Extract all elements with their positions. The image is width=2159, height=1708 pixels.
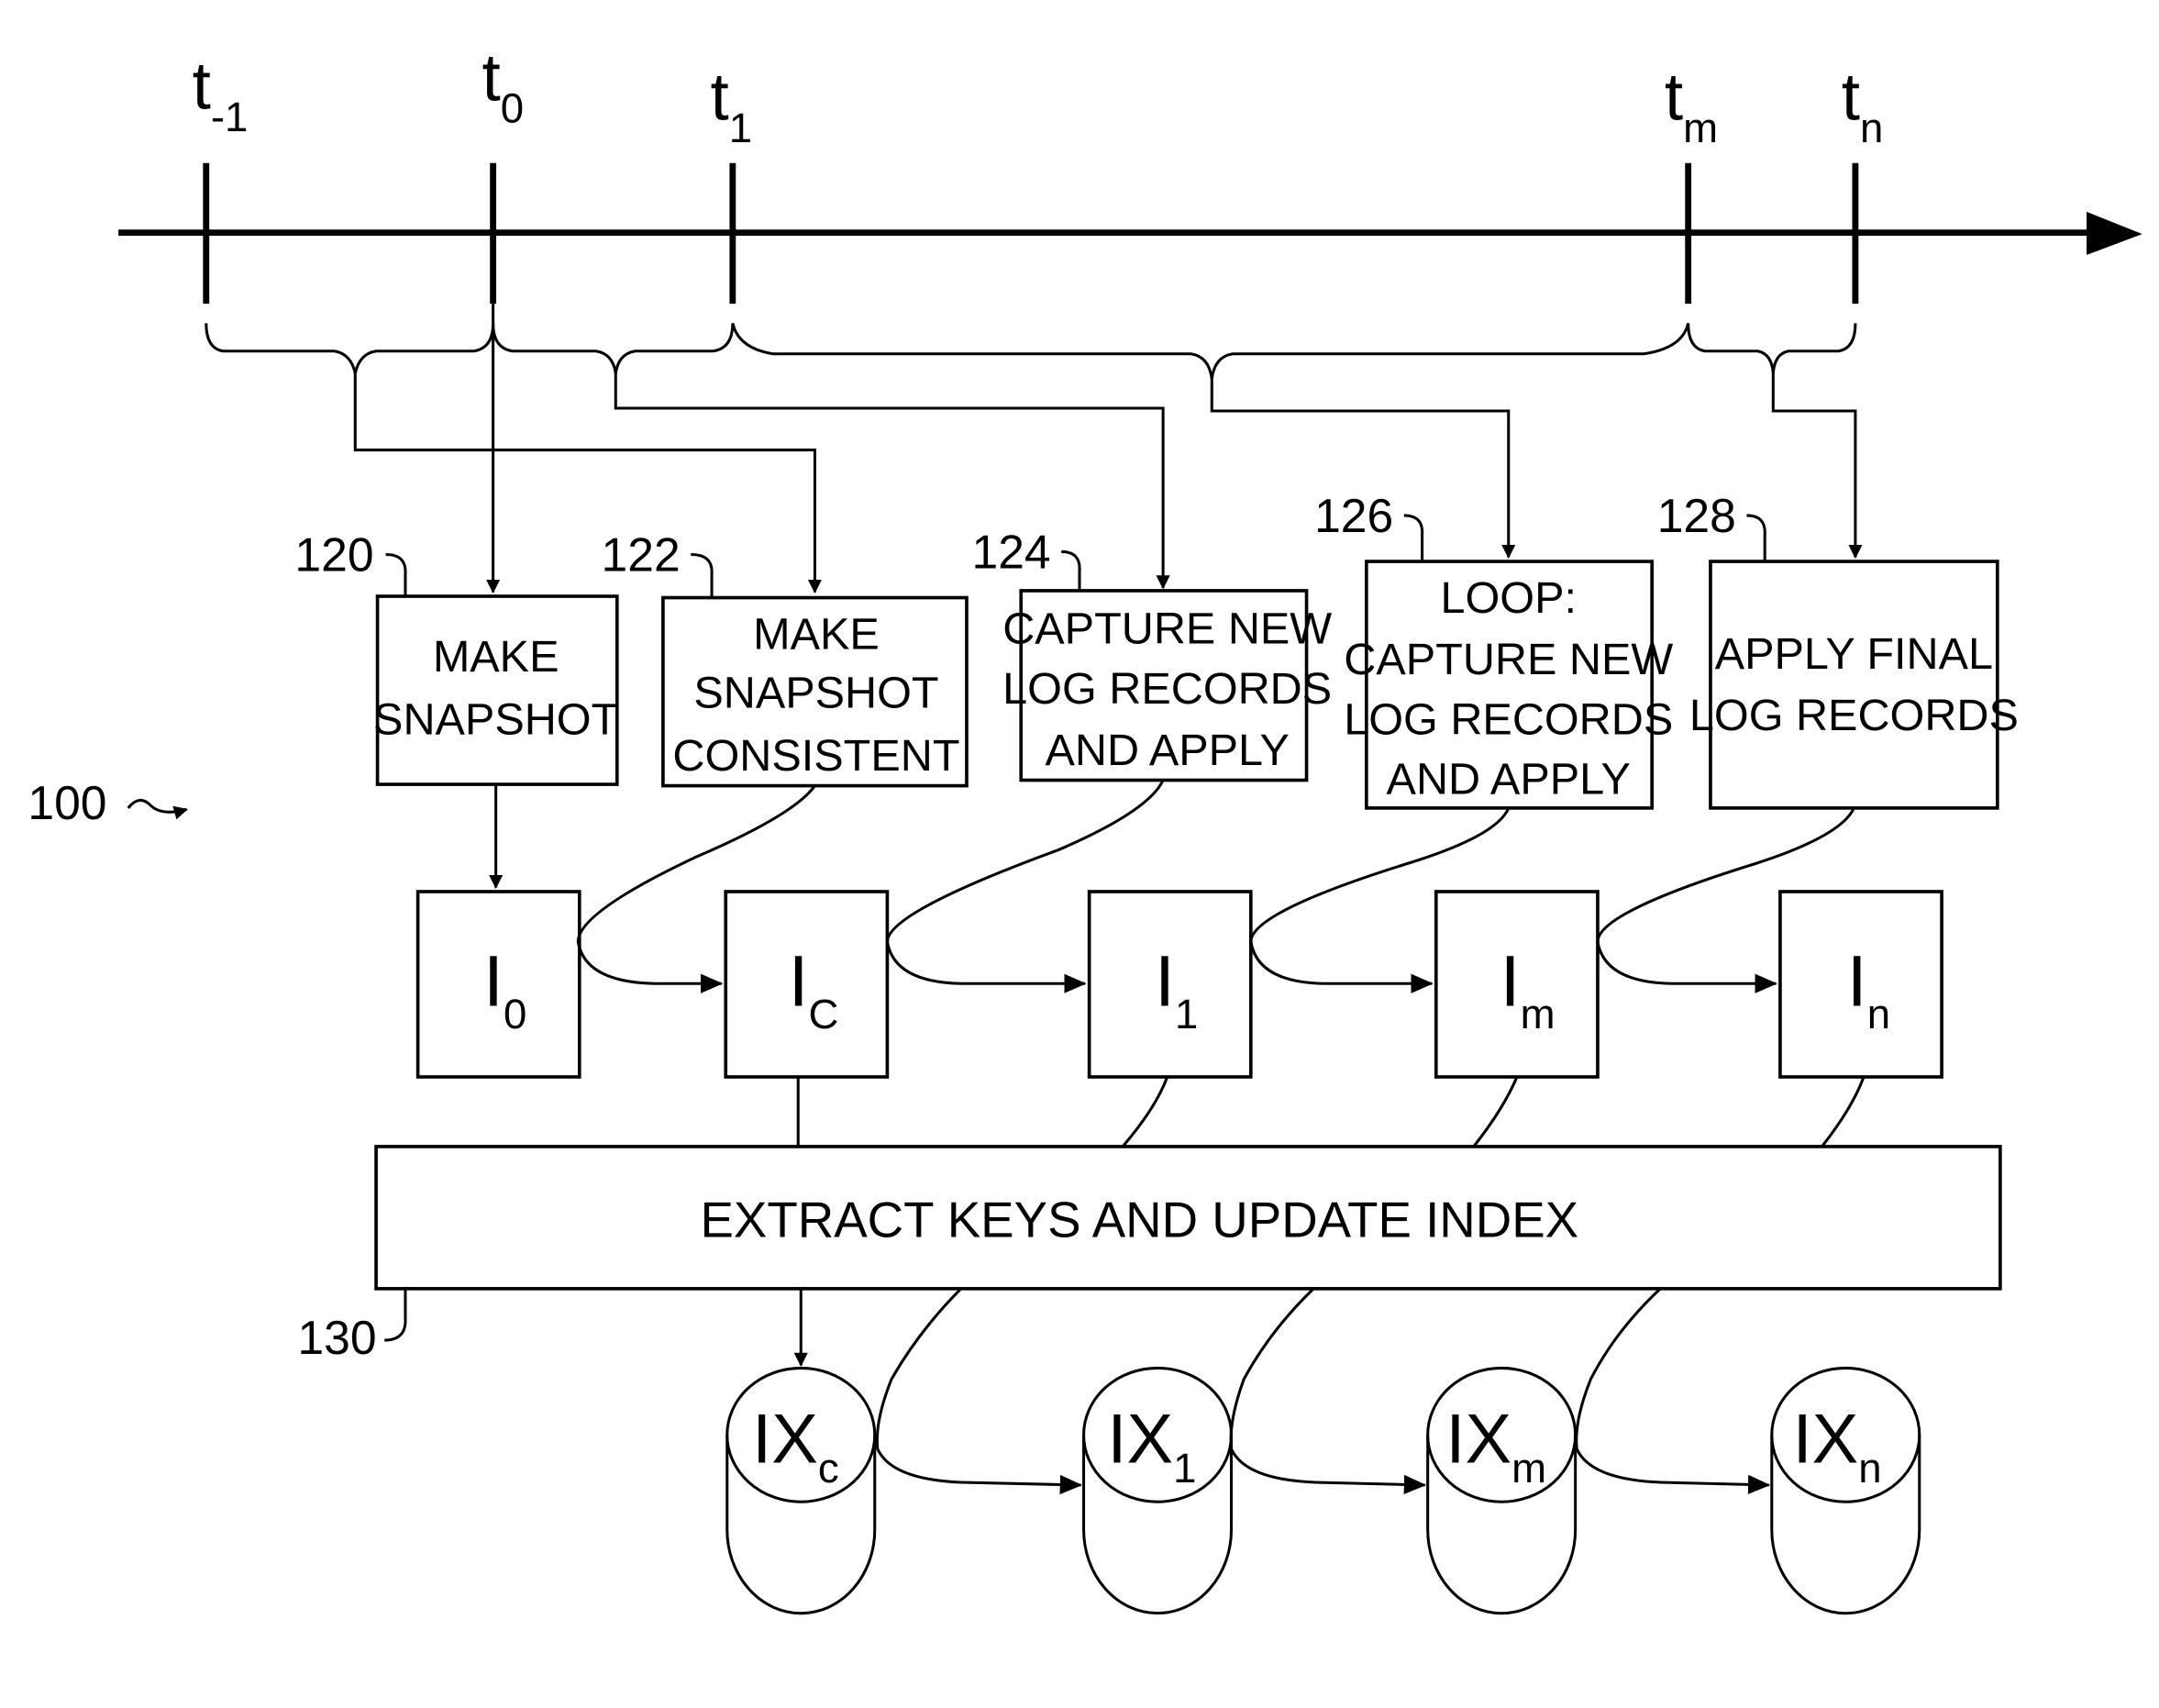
image-boxes: I0 IC I1 Im In [415,779,1943,1079]
step-122: MAKE SNAPSHOT CONSISTENT 122 [602,528,969,788]
transition-IXn [1575,1287,1771,1495]
ref-label: 120 [294,528,373,582]
step-label: CONSISTENT [672,731,959,781]
tick-label: t-1 [193,49,249,139]
interval-braces [205,322,1857,380]
step-label: AND APPLY [1045,726,1289,775]
timeline-to-step-arrows [353,304,1863,593]
step-box [1709,560,1999,810]
ref-label: 122 [602,528,681,582]
link-I1 [1121,1076,1169,1148]
link-In [1821,1076,1866,1148]
step-label: APPLY FINAL [1715,629,1993,679]
ref-leader [1061,549,1081,591]
image-to-index-links [796,1076,1866,1148]
index-step-130: EXTRACT KEYS AND UPDATE INDEX 130 [297,1145,2002,1364]
step-label: LOG RECORDS [1689,691,2019,740]
step-label: LOG RECORDS [1344,694,1673,744]
brace-tm-tn [1687,323,1857,374]
extract-keys-label: EXTRACT KEYS AND UPDATE INDEX [700,1192,1578,1248]
timeline: t-1 t0 t1 tm tn [118,40,2142,305]
ref-label: 126 [1314,489,1393,542]
arrow-to-128 [1771,373,1863,560]
index-label: IXc [752,1401,839,1492]
tick-labels: t-1 t0 t1 tm tn [193,40,1884,151]
brace-t1-tm [731,322,1690,380]
time-axis-arrowhead [2087,211,2142,255]
figure-number: 100 [28,776,106,829]
figure-label: 100 [28,776,188,829]
step-box [375,594,619,786]
ref-leader [384,1288,407,1342]
step-128: APPLY FINAL LOG RECORDS 128 [1657,489,2019,810]
link-Im [1472,1076,1519,1148]
brace-t-1-t0 [205,323,495,374]
step-label: SNAPSHOT [373,694,618,744]
step-boxes: MAKE SNAPSHOT 120 MAKE SNAPSHOT CONSISTE… [294,489,2019,810]
index-label: IXn [1793,1401,1882,1492]
step-label: CAPTURE NEW [1002,604,1332,654]
step-label: LOG RECORDS [1002,664,1332,714]
index-label: IX1 [1107,1401,1196,1492]
ref-label: 130 [297,1311,376,1364]
tick-label: tn [1842,61,1884,151]
ref-label: 128 [1657,489,1736,542]
tick-label: tm [1665,61,1718,151]
step-label: SNAPSHOT [693,669,938,718]
ref-leader [1746,514,1766,562]
brace-t0-t1 [492,323,735,374]
ref-leader [385,552,407,597]
figure-pointer-arrow [127,799,188,820]
step-126: LOOP: CAPTURE NEW LOG RECORDS AND APPLY … [1314,489,1673,810]
ref-leader [691,552,714,598]
transition-IX1 [875,1287,1083,1495]
index-label: IXm [1445,1401,1546,1492]
tick-label: t0 [482,40,524,131]
step-label: MAKE [433,632,559,682]
ref-leader [1403,514,1424,562]
arrow-to-122 [353,373,823,593]
step-label: MAKE [753,610,880,660]
index-cylinders: IXc IX1 IXm IXn [725,1287,1921,1615]
step-label: LOOP: [1441,573,1577,623]
step-label: AND APPLY [1387,755,1631,804]
ref-label: 124 [972,526,1051,579]
step-124: CAPTURE NEW LOG RECORDS AND APPLY 124 [972,526,1332,782]
step-label: CAPTURE NEW [1344,635,1673,684]
tick-label: t1 [711,61,753,151]
flow-diagram: t-1 t0 t1 tm tn MAKE SNAPSHOT 120 MAKE S… [28,40,2142,1615]
step-120: MAKE SNAPSHOT 120 [294,528,619,786]
transition-IXm [1229,1287,1427,1495]
